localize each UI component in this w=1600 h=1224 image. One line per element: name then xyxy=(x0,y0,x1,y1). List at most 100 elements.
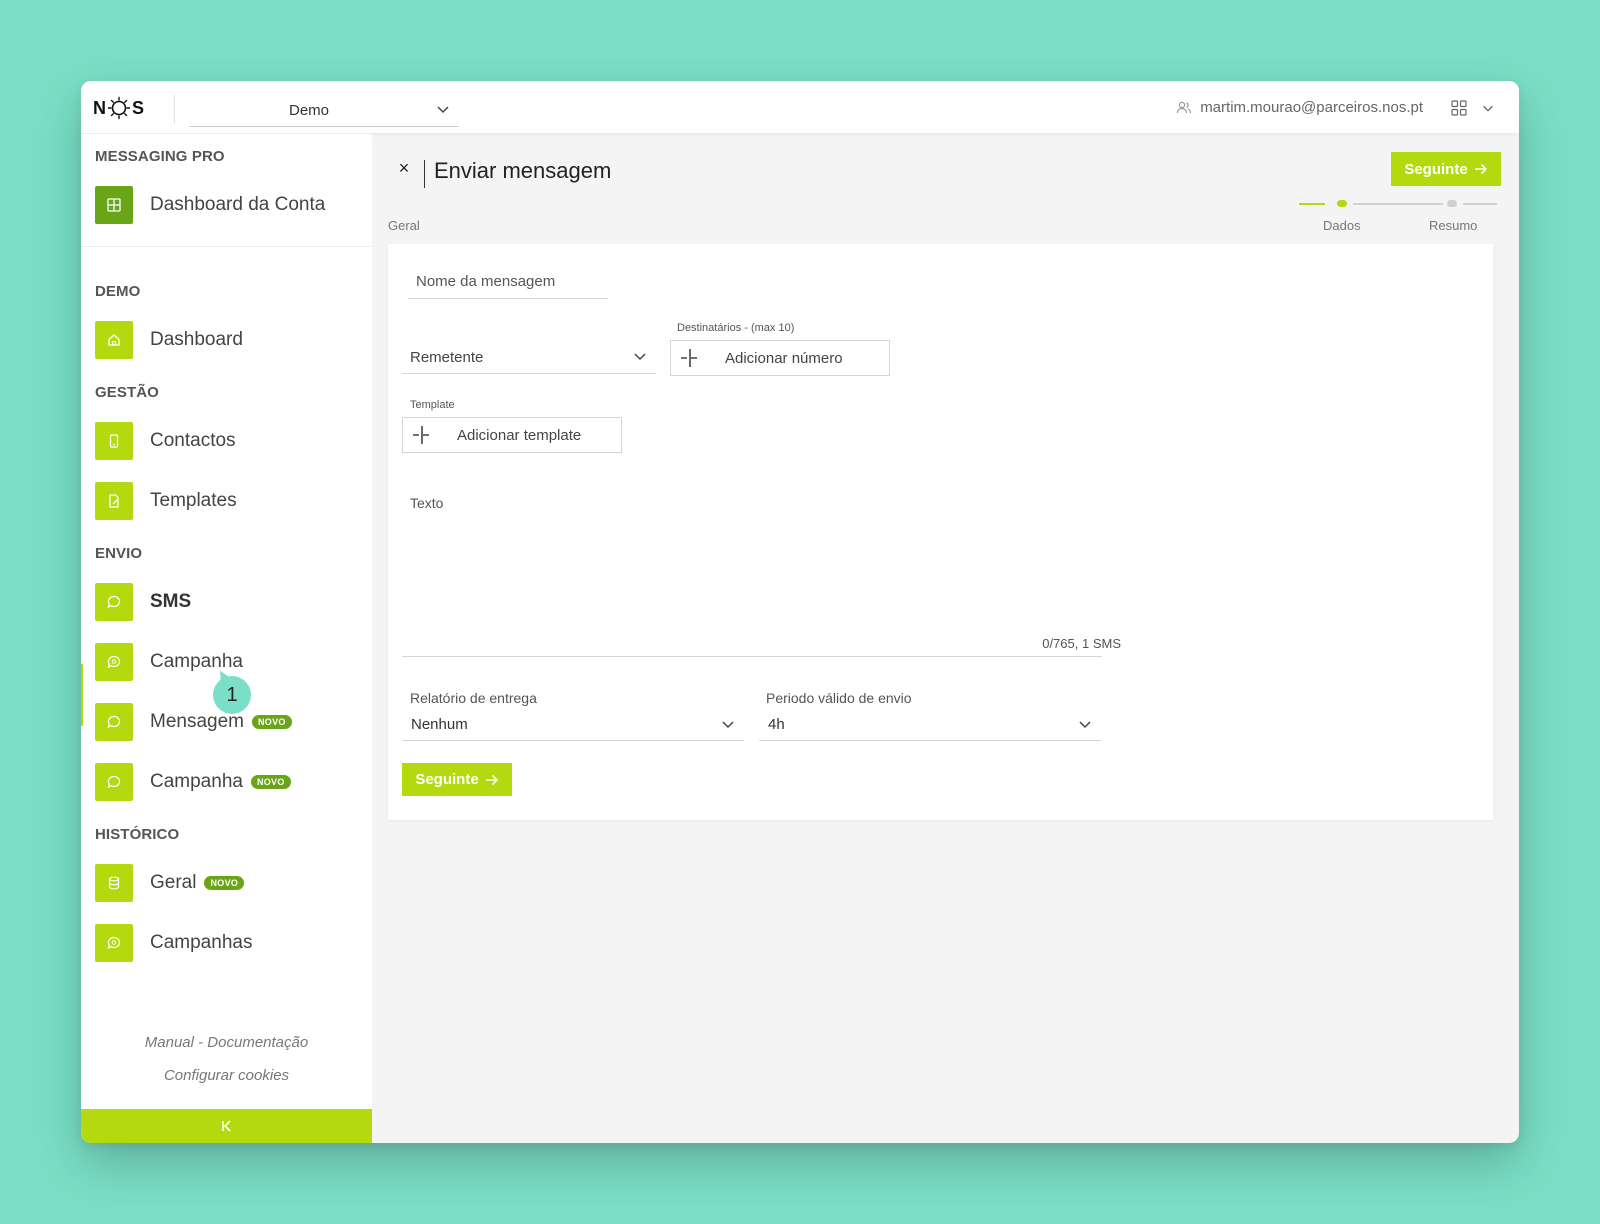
chevron-down-icon[interactable] xyxy=(1481,101,1495,115)
progress-stepper: Dados Resumo xyxy=(1299,198,1509,238)
new-badge: NOVO xyxy=(250,775,291,789)
sidebar-item-contactos[interactable]: Contactos xyxy=(95,422,236,460)
delivery-report-label: Relatório de entrega xyxy=(410,690,537,706)
section-title-gestao: GESTÃO xyxy=(95,384,159,401)
users-icon xyxy=(1177,101,1192,113)
apps-grid-icon[interactable] xyxy=(1451,100,1467,116)
valid-period-label: Periodo válido de envio xyxy=(766,690,912,706)
home-icon xyxy=(95,321,133,359)
cookies-link[interactable]: Configurar cookies xyxy=(81,1067,372,1084)
chat-search-icon xyxy=(95,924,133,962)
active-indicator xyxy=(81,664,83,726)
sidebar-item-geral[interactable]: Geral NOVO xyxy=(95,864,245,902)
add-number-label: Adicionar número xyxy=(725,349,843,367)
chevron-down-icon xyxy=(634,353,646,361)
sender-select[interactable]: Remetente xyxy=(402,342,656,374)
add-number-button[interactable]: Adicionar número xyxy=(670,340,890,376)
section-title-historico: HISTÓRICO xyxy=(95,826,180,843)
plus-icon xyxy=(413,426,431,444)
sidebar-item-campanhas[interactable]: Campanhas xyxy=(95,924,252,962)
form-next-button[interactable]: Seguinte xyxy=(402,763,512,796)
divider xyxy=(81,246,372,247)
chevron-down-icon xyxy=(1079,721,1091,729)
top-bar: N S Demo martim.mourao@parceiros.nos.pt xyxy=(81,81,1519,134)
step-label-resumo[interactable]: Resumo xyxy=(1429,218,1477,233)
nos-logo[interactable]: N S xyxy=(93,95,144,121)
sidebar-item-label: Contactos xyxy=(150,430,236,451)
sidebar-item-templates[interactable]: Templates xyxy=(95,482,237,520)
main-content: × Enviar mensagem Seguinte Geral Dados R… xyxy=(372,134,1519,1143)
page-title: Enviar mensagem xyxy=(434,158,612,183)
recipients-label: Destinatários - (max 10) xyxy=(677,322,795,334)
app-window: N S Demo martim.mourao@parceiros.nos.pt … xyxy=(81,81,1519,1143)
valid-period-value: 4h xyxy=(768,716,785,733)
message-name-field[interactable]: Nome da mensagem xyxy=(408,268,608,299)
chat-bubble-icon xyxy=(95,703,133,741)
add-template-label: Adicionar template xyxy=(457,426,582,444)
template-label: Template xyxy=(410,399,455,411)
step-dot xyxy=(1447,200,1457,207)
edit-document-icon xyxy=(95,482,133,520)
message-form: Nome da mensagem Remetente Destinatários… xyxy=(388,244,1493,820)
environment-value: Demo xyxy=(288,102,329,119)
char-counter: 0/765, 1 SMS xyxy=(1042,636,1121,651)
plus-icon xyxy=(681,349,699,367)
step-dot-active xyxy=(1337,200,1347,207)
collapse-sidebar-button[interactable] xyxy=(81,1109,372,1143)
new-badge: NOVO xyxy=(204,876,245,890)
logo-letter-s: S xyxy=(132,97,145,118)
user-account[interactable]: martim.mourao@parceiros.nos.pt xyxy=(1176,99,1423,116)
sidebar-item-label: SMS xyxy=(150,591,192,612)
sender-placeholder: Remetente xyxy=(410,349,484,366)
sidebar: MESSAGING PRO Dashboard da Conta DEMO Da… xyxy=(81,134,372,1143)
sidebar-item-label: Mensagem xyxy=(150,711,244,732)
sidebar-item-label: Campanhas xyxy=(150,932,253,953)
sidebar-item-label: Campanha xyxy=(150,771,243,792)
breadcrumb: Geral xyxy=(388,218,420,233)
sidebar-item-label: Geral xyxy=(150,872,197,893)
text-label: Texto xyxy=(410,495,444,511)
arrow-right-icon xyxy=(1474,163,1487,175)
chevron-down-icon xyxy=(437,106,449,114)
step-line xyxy=(1353,203,1443,205)
collapse-left-icon xyxy=(221,1120,231,1132)
chat-bubble-icon xyxy=(95,763,133,801)
logo-sun-icon xyxy=(107,96,131,120)
product-title: MESSAGING PRO xyxy=(95,148,225,165)
sidebar-item-campanha-novo[interactable]: Campanha NOVO xyxy=(95,763,291,801)
close-icon[interactable]: × xyxy=(396,158,412,179)
valid-period-select[interactable]: 4h xyxy=(759,710,1101,741)
chat-search-icon xyxy=(95,643,133,681)
next-button[interactable]: Seguinte xyxy=(1391,152,1501,186)
user-email: martim.mourao@parceiros.nos.pt xyxy=(1200,99,1423,116)
sidebar-item-mensagem[interactable]: Mensagem NOVO xyxy=(95,703,292,741)
next-button-label: Seguinte xyxy=(1404,160,1468,178)
logo-letter-n: N xyxy=(93,97,106,118)
sidebar-item-label: Campanha xyxy=(150,651,243,672)
add-template-button[interactable]: Adicionar template xyxy=(402,417,622,453)
chat-bubble-icon xyxy=(95,583,133,621)
step-line xyxy=(1463,203,1497,205)
phone-icon xyxy=(95,422,133,460)
title-divider xyxy=(424,160,425,188)
layout-grid-icon xyxy=(95,186,133,224)
logo-divider xyxy=(174,95,175,123)
sidebar-item-label: Dashboard xyxy=(150,329,243,350)
manual-link[interactable]: Manual - Documentação xyxy=(81,1034,372,1051)
delivery-report-select[interactable]: Nenhum xyxy=(402,710,744,741)
step-line-done xyxy=(1299,203,1325,205)
environment-select[interactable]: Demo xyxy=(189,95,459,127)
sidebar-item-dashboard[interactable]: Dashboard xyxy=(95,321,243,359)
sidebar-item-label: Dashboard da Conta xyxy=(150,194,326,215)
form-next-button-label: Seguinte xyxy=(415,771,479,788)
sidebar-item-label: Templates xyxy=(150,490,237,511)
sidebar-item-account-dashboard[interactable]: Dashboard da Conta xyxy=(95,186,325,224)
sidebar-item-sms[interactable]: SMS xyxy=(95,583,191,621)
step-label-dados[interactable]: Dados xyxy=(1323,218,1361,233)
section-title-envio: ENVIO xyxy=(95,545,143,562)
chevron-down-icon xyxy=(722,721,734,729)
message-name-placeholder: Nome da mensagem xyxy=(416,273,556,290)
delivery-report-value: Nenhum xyxy=(411,716,468,733)
text-area[interactable] xyxy=(402,514,1102,657)
database-icon xyxy=(95,864,133,902)
